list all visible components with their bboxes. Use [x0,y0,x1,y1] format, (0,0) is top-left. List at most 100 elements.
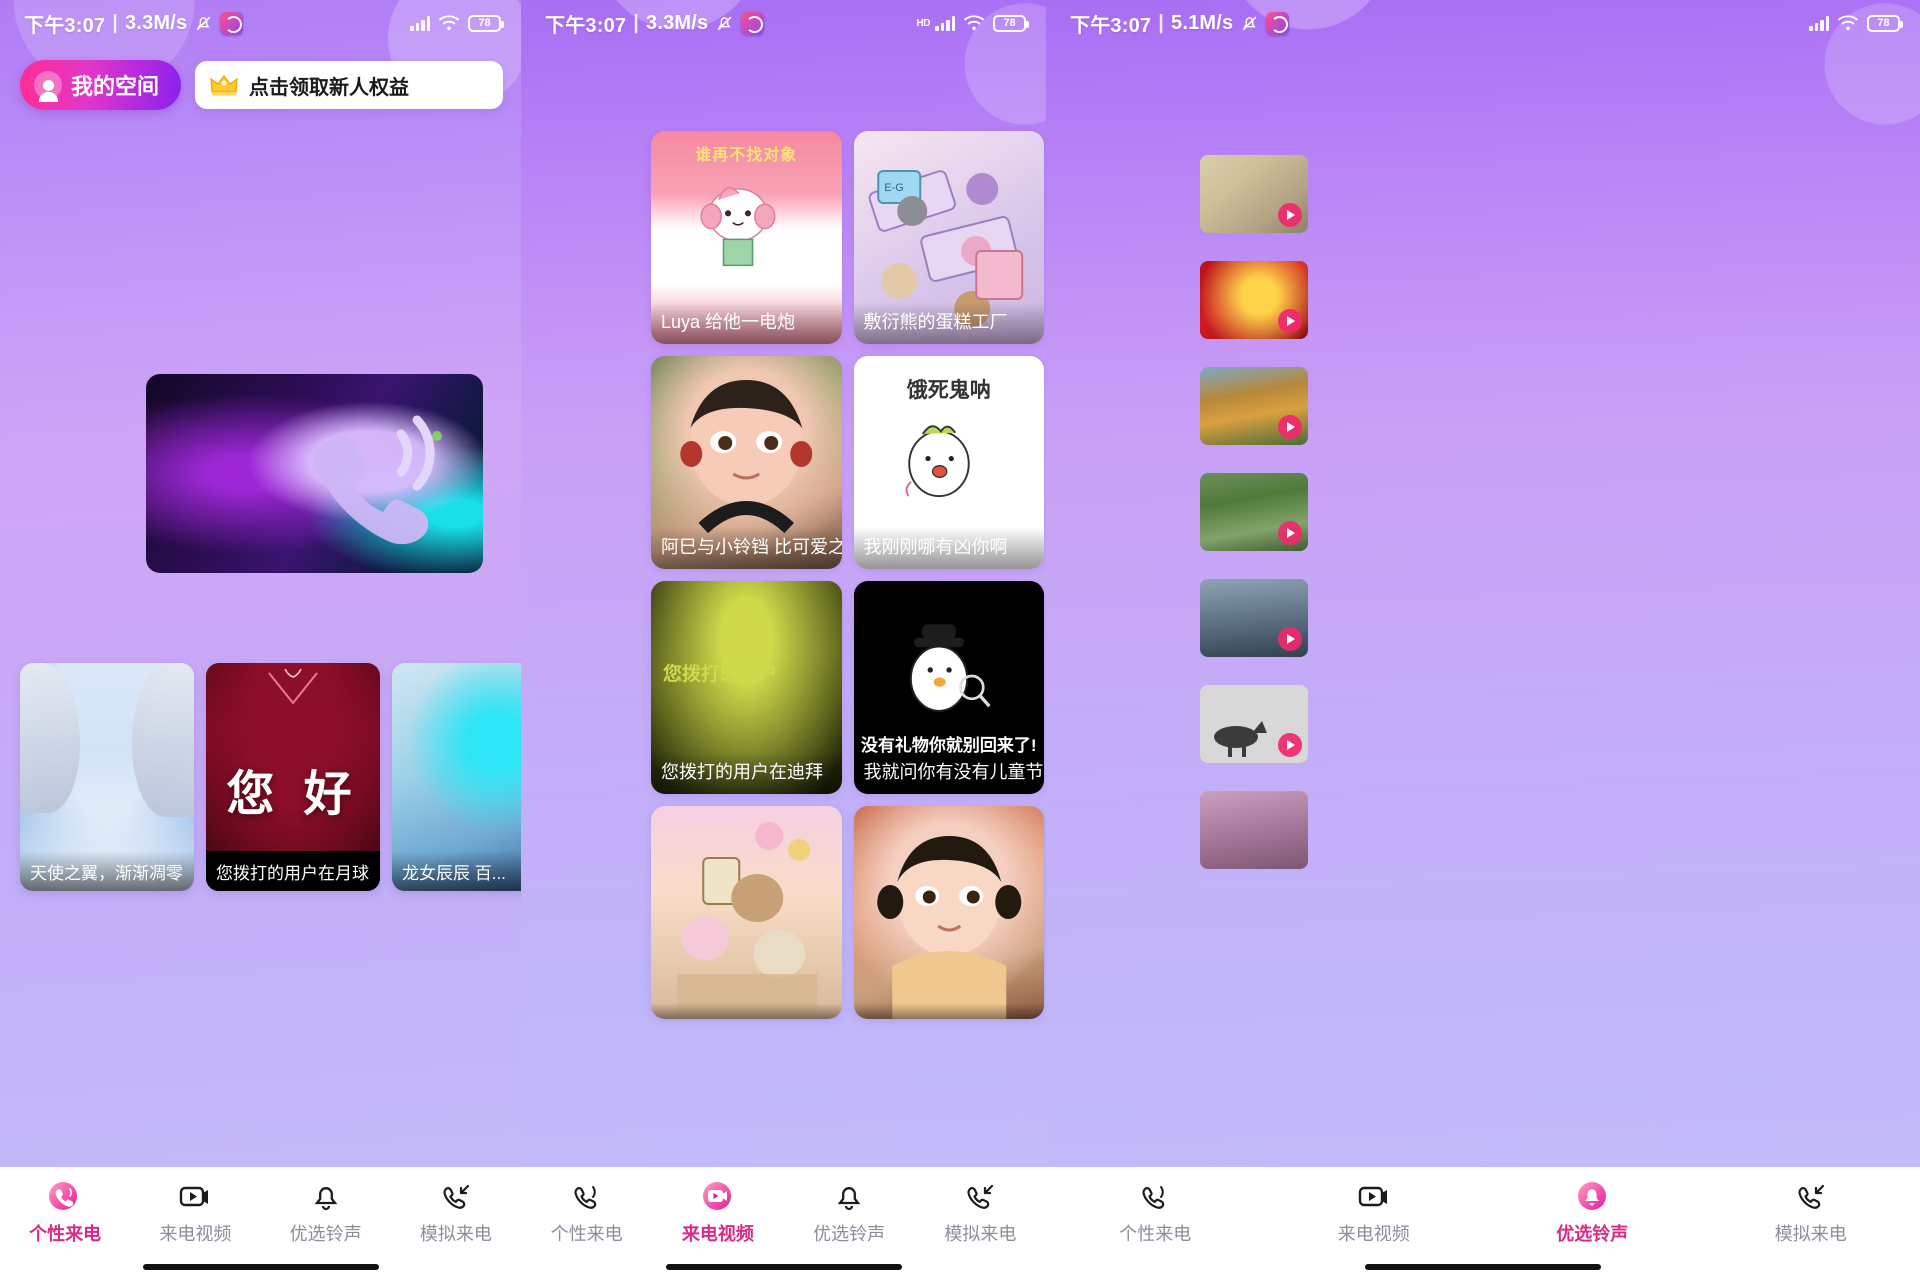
nav-item-simulated-call[interactable]: 模拟来电 [1702,1181,1920,1246]
battery-icon: 78 [468,14,504,32]
call-show-caption: 龙女辰辰 百... [392,851,521,891]
grid-item[interactable]: 饿死鬼呐 我刚刚哪有凶你啊 [853,356,1044,569]
nav-item-call-video[interactable]: 来电视频 [130,1181,260,1246]
nav-item-call-video[interactable]: 来电视频 [652,1181,783,1246]
home-header: 我的空间 点击领取新人权益 [0,46,521,110]
call-ring-icon [1142,1186,1165,1209]
status-time: 下午3:07 [1070,14,1152,37]
nav-item-preferred-ringtone[interactable]: 优选铃声 [784,1181,915,1246]
status-left-3: 下午3:07 | 5.1M/s [1070,9,1290,38]
grid-item[interactable]: 阿巳与小铃铛 比可爱之 [651,356,842,569]
battery-icon: 78 [1867,14,1903,32]
home-indicator [665,1264,902,1270]
grid-item-caption: 您拨打的用户在迪拜 [651,752,842,794]
nav-item-personal-call[interactable]: 个性来电 [521,1181,652,1246]
nav-item-personal-call[interactable]: 个性来电 [1046,1181,1265,1246]
bottom-nav-1: 个性来电 来电视频 优选铃声 模拟来电 [0,1167,521,1279]
call-show-card[interactable]: 天使之翼，渐渐凋零 [20,663,194,891]
status-right-1: 78 [410,14,504,32]
signal-icon [1809,15,1829,31]
video-icon [180,1186,209,1207]
grid-item[interactable] [853,806,1044,1019]
hd-label: HD [916,17,931,29]
mute-bell-icon [196,16,211,30]
ringtone-thumbnail [1200,685,1308,763]
duck-illustration [905,425,970,498]
status-network-speed: 5.1M/s [1171,11,1234,34]
bottom-nav-wrapper-2: 个性来电 来电视频 优选铃声 模拟来电 [521,1167,1046,1279]
call-ring-icon [49,1182,78,1210]
video-icon [702,1182,731,1210]
phone-panel-ringtone: 下午3:07 | 5.1M/s 78 个性来电 来电视频 优选铃声 模拟来电 [1046,0,1920,1279]
video-icon [1358,1186,1387,1207]
nav-label: 个性来电 [550,1224,623,1244]
grid-item[interactable]: E-G 敷衍熊的蛋糕工厂 [853,131,1044,344]
call-show-card[interactable]: 您 好 您拨打的用户在月球 [206,663,380,891]
app-notification-icon [1266,11,1290,35]
status-bar-1: 下午3:07 | 3.3M/s 78 [0,0,521,46]
ringtone-thumbnail [1200,367,1308,445]
nav-item-preferred-ringtone[interactable]: 优选铃声 [1483,1181,1702,1246]
battery-icon: 78 [993,14,1029,32]
play-icon[interactable] [1278,203,1302,227]
play-icon[interactable] [1278,627,1302,651]
nav-item-call-video[interactable]: 来电视频 [1265,1181,1484,1246]
battery-level: 78 [1877,17,1890,29]
app-notification-icon [220,11,244,35]
play-icon[interactable] [1278,733,1302,757]
call-ring-icon [574,1186,596,1209]
nav-label: 个性来电 [29,1224,102,1244]
my-space-button[interactable]: 我的空间 [20,60,182,110]
grid-item-caption: Luya 给他一电炮 [651,302,842,344]
ringtone-thumbnail [1200,155,1308,233]
nav-label: 来电视频 [1337,1224,1410,1244]
newbie-benefit-banner[interactable]: 点击领取新人权益 [195,61,503,109]
status-left-1: 下午3:07 | 3.3M/s [24,9,244,38]
grid-item-caption [853,1003,1044,1019]
ringtone-thumbnail [1200,261,1308,339]
bottom-nav-2: 个性来电 来电视频 优选铃声 模拟来电 [521,1167,1046,1279]
simulated-call-preview[interactable] [146,374,483,573]
status-divider: | [633,11,640,34]
nav-item-preferred-ringtone[interactable]: 优选铃声 [261,1181,391,1246]
call-show-caption: 您拨打的用户在月球 [206,851,380,891]
call-show-big-text: 您 好 [226,768,360,822]
nav-item-simulated-call[interactable]: 模拟来电 [915,1181,1046,1246]
grid-item[interactable]: 没有礼物你就别回来了! 我就问你有没有儿童节 [853,581,1044,794]
wifi-icon [964,15,984,31]
status-right-2: HD 78 [916,14,1029,32]
grid-item[interactable]: 谁再不找对象 Luya 给他一电炮 [651,131,842,344]
girl-portrait-illustration [876,836,1021,1019]
nav-label: 优选铃声 [289,1224,362,1244]
mute-bell-icon [1242,16,1257,30]
nav-label: 来电视频 [681,1224,754,1244]
call-show-card[interactable]: 龙女辰辰 百... [392,663,521,891]
status-time: 下午3:07 [545,14,627,37]
home-indicator [1365,1264,1601,1270]
grid-item-caption: 阿巳与小铃铛 比可爱之 [651,527,842,569]
status-divider: | [112,11,119,34]
incoming-call-icon [1798,1184,1824,1209]
nav-label: 个性来电 [1119,1224,1192,1244]
status-divider: | [1158,11,1165,34]
bell-icon [837,1187,861,1211]
signal-icon [935,15,955,31]
nav-item-simulated-call[interactable]: 模拟来电 [391,1181,521,1246]
nav-label: 优选铃声 [813,1224,886,1244]
status-bar-3: 下午3:07 | 5.1M/s 78 [1046,0,1920,46]
nav-label: 来电视频 [159,1224,232,1244]
play-icon[interactable] [1278,309,1302,333]
grid-item[interactable]: 您拨打的用户 您拨打的用户在迪拜 [651,581,842,794]
bottom-nav-3: 个性来电 来电视频 优选铃声 模拟来电 [1046,1167,1920,1279]
nav-label: 模拟来电 [419,1224,492,1244]
battery-level: 78 [1003,17,1016,29]
play-icon[interactable] [1278,415,1302,439]
nav-label: 模拟来电 [944,1224,1017,1244]
bottom-nav-wrapper-1: 个性来电 来电视频 优选铃声 模拟来电 [0,1167,521,1279]
nav-item-personal-call[interactable]: 个性来电 [0,1181,130,1246]
bottom-nav-wrapper-3: 个性来电 来电视频 优选铃声 模拟来电 [1046,1167,1920,1279]
wifi-icon [1838,15,1858,31]
grid-item[interactable] [651,806,842,1019]
picnic-bears-illustration [677,822,818,1016]
play-icon[interactable] [1278,521,1302,545]
